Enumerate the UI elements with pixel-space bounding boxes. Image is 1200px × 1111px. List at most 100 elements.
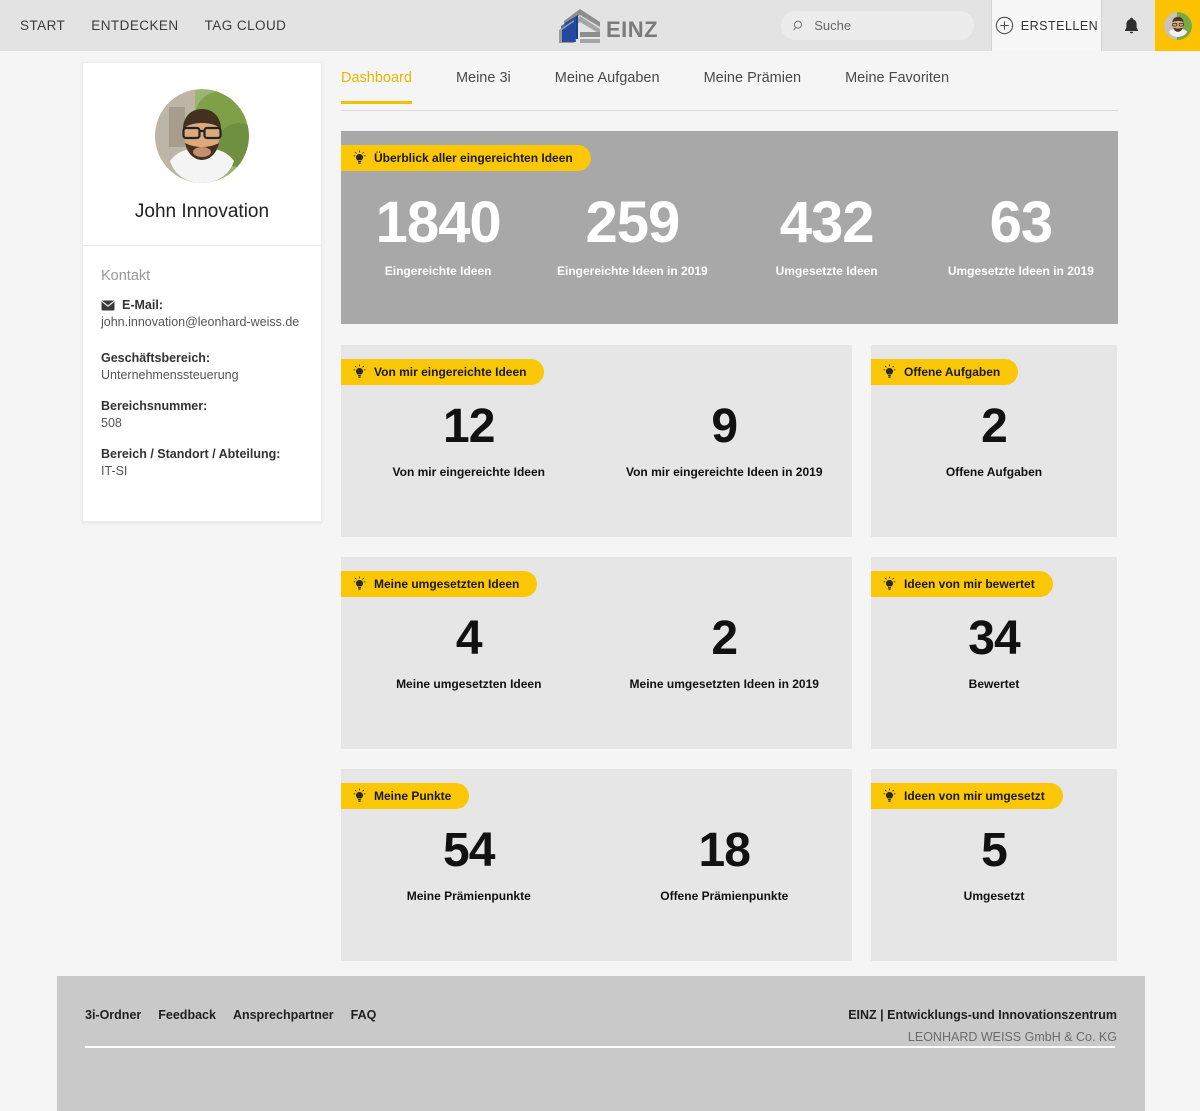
rated-stat-0-caption: Bewertet [968,677,1020,691]
footer-content: 3i-Ordner Feedback Ansprechpartner FAQ E… [85,1008,1117,1044]
search-icon [793,20,802,31]
realized-stat-0-caption: Umgesetzt [963,889,1025,903]
email-value[interactable]: john.innovation@leonhard-weiss.de [101,315,303,329]
footer-link-3i-ordner[interactable]: 3i-Ordner [85,1008,141,1022]
card-implemented-ideas-tag: Meine umgesetzten Ideen [341,571,538,597]
points-stat-1-caption: Offene Prämienpunkte [660,889,789,903]
card-realized-ideas-tag-label: Ideen von mir umgesetzt [904,789,1045,803]
card-rated-ideas-tag-label: Ideen von mir bewertet [904,577,1035,591]
overview-stat-1-caption: Eingereichte Ideen in 2019 [557,263,708,278]
footer-company-info: EINZ | Entwicklungs-und Innovationszentr… [848,1008,1117,1044]
tabbar-divider [341,110,1118,111]
user-avatar-button[interactable] [1155,0,1200,51]
card-open-tasks-stats: 2 Offene Aufgaben [871,403,1117,480]
card-open-tasks-tag: Offene Aufgaben [871,359,1019,385]
submitted-stat-1: 9 Von mir eingereichte Ideen in 2019 [597,400,853,480]
card-my-points-tag-label: Meine Punkte [374,789,452,803]
overview-stat-0: 1840 Eingereichte Ideen [341,190,535,278]
footer-link-feedback[interactable]: Feedback [158,1008,216,1022]
card-my-points-stats: 54 Meine Prämienpunkte 18 Offene Prämien… [341,824,852,904]
tab-meine-praemien[interactable]: Meine Prämien [704,62,802,104]
field-division: Geschäftsbereich: Unternehmenssteuerung [101,351,303,382]
implemented-stat-1: 2 Meine umgesetzten Ideen in 2019 [597,612,853,692]
card-my-points-tag: Meine Punkte [341,783,470,809]
brand-name: EINZ [606,16,659,42]
division-value: Unternehmenssteuerung [101,368,239,382]
overview-stat-1: 259 Eingereichte Ideen in 2019 [535,192,729,278]
overview-stat-3-value: 63 [989,190,1054,255]
location-value: IT-SI [101,464,128,478]
implemented-stat-1-value: 2 [711,612,738,665]
overview-stat-2-value: 432 [779,190,875,255]
profile-name: John Innovation [134,201,270,222]
implemented-stat-0: 4 Meine umgesetzten Ideen [341,612,597,692]
create-button-label: ERSTELLEN [1020,18,1099,33]
card-implemented-ideas-tag-label: Meine umgesetzten Ideen [374,577,520,591]
brand-logo-link[interactable]: EINZ [556,5,658,47]
field-email: E-Mail: john.innovation@leonhard-weiss.d… [101,298,303,329]
submitted-stat-1-value: 9 [711,400,738,453]
division-number-value: 508 [101,416,122,430]
footer-link-faq[interactable]: FAQ [351,1008,377,1022]
implemented-stat-0-value: 4 [455,612,483,665]
lightbulb-icon [883,364,896,378]
contact-heading: Kontakt [101,268,151,284]
points-stat-0: 54 Meine Prämienpunkte [341,827,597,904]
points-stat-1-value: 18 [698,824,751,877]
lightbulb-icon [883,576,896,590]
search-box[interactable] [781,11,974,40]
card-rated-ideas: Ideen von mir bewertet 34 Bewertet [871,557,1117,749]
overview-stat-2: 432 Umgesetzte Ideen [730,190,924,278]
card-submitted-ideas: Von mir eingereichte Ideen 12 Von mir ei… [341,345,852,537]
overview-stat-2-caption: Umgesetzte Ideen [775,263,878,278]
card-rated-ideas-stats: 34 Bewertet [871,612,1117,692]
points-stat-0-caption: Meine Prämienpunkte [406,889,531,903]
tab-meine-aufgaben[interactable]: Meine Aufgaben [555,62,660,104]
einz-building-logo-icon [559,9,600,43]
footer-company-name: EINZ | Entwicklungs-und Innovationszentr… [848,1008,1117,1022]
footer-divider [85,1046,1115,1048]
implemented-stat-0-caption: Meine umgesetzten Ideen [396,677,542,691]
nav-item-start[interactable]: START [20,18,65,33]
nav-item-tag-cloud[interactable]: TAG CLOUD [205,18,287,33]
card-implemented-ideas: Meine umgesetzten Ideen 4 Meine umgesetz… [341,557,852,749]
footer-links: 3i-Ordner Feedback Ansprechpartner FAQ [85,1008,376,1022]
avatar-large [155,89,249,183]
profile-details: Kontakt E-Mail: john.innovation@leonhard… [83,246,321,521]
overview-panel-tag-label: Überblick aller eingereichten Ideen [374,151,573,165]
rated-stat-0-value: 34 [968,612,1020,665]
footer-link-ansprechpartner[interactable]: Ansprechpartner [233,1008,334,1022]
card-implemented-ideas-stats: 4 Meine umgesetzten Ideen 2 Meine umgese… [341,612,853,692]
lightbulb-icon [353,576,366,590]
lightbulb-icon [353,788,366,802]
card-open-tasks-tag-label: Offene Aufgaben [904,365,1001,379]
nav-item-entdecken[interactable]: ENTDECKEN [91,18,178,33]
tab-meine-3i[interactable]: Meine 3i [456,62,511,104]
profile-card: John Innovation Kontakt E-Mail: john.inn… [82,62,322,522]
footer-company-legal: LEONHARD WEISS GmbH & Co. KG [907,1030,1117,1044]
overview-stat-3: 63 Umgesetzte Ideen in 2019 [924,190,1118,278]
open-tasks-stat-0-caption: Offene Aufgaben [945,465,1043,479]
division-label: Geschäftsbereich: [101,351,211,365]
card-realized-ideas-stats: 5 Umgesetzt [871,827,1117,904]
profile-header: John Innovation [83,63,321,246]
search-input[interactable] [814,18,962,33]
card-rated-ideas-tag: Ideen von mir bewertet [871,571,1053,597]
overview-stat-3-caption: Umgesetzte Ideen in 2019 [947,263,1094,278]
create-button[interactable]: ERSTELLEN [991,0,1102,51]
submitted-stat-0: 12 Von mir eingereichte Ideen [341,403,597,480]
plus-circle-icon [995,16,1013,35]
card-open-tasks: Offene Aufgaben 2 Offene Aufgaben [871,345,1117,537]
dashboard-tabbar: Dashboard Meine 3i Meine Aufgaben Meine … [341,62,1118,110]
overview-stats-row: 1840 Eingereichte Ideen 259 Eingereichte… [341,190,1118,278]
notifications-button[interactable] [1110,0,1153,51]
overview-stat-0-value: 1840 [375,190,502,255]
implemented-stat-1-caption: Meine umgesetzten Ideen in 2019 [629,677,819,691]
field-division-number: Bereichsnummer: 508 [101,399,303,430]
lightbulb-icon [353,364,366,378]
tab-meine-favoriten[interactable]: Meine Favoriten [845,62,949,104]
tab-dashboard[interactable]: Dashboard [341,62,412,104]
overview-panel: Überblick aller eingereichten Ideen 1840… [341,131,1118,324]
top-header-bar: START ENTDECKEN TAG CLOUD EINZ Suche ERS… [0,0,1200,51]
realized-stat-0: 5 Umgesetzt [871,827,1117,904]
